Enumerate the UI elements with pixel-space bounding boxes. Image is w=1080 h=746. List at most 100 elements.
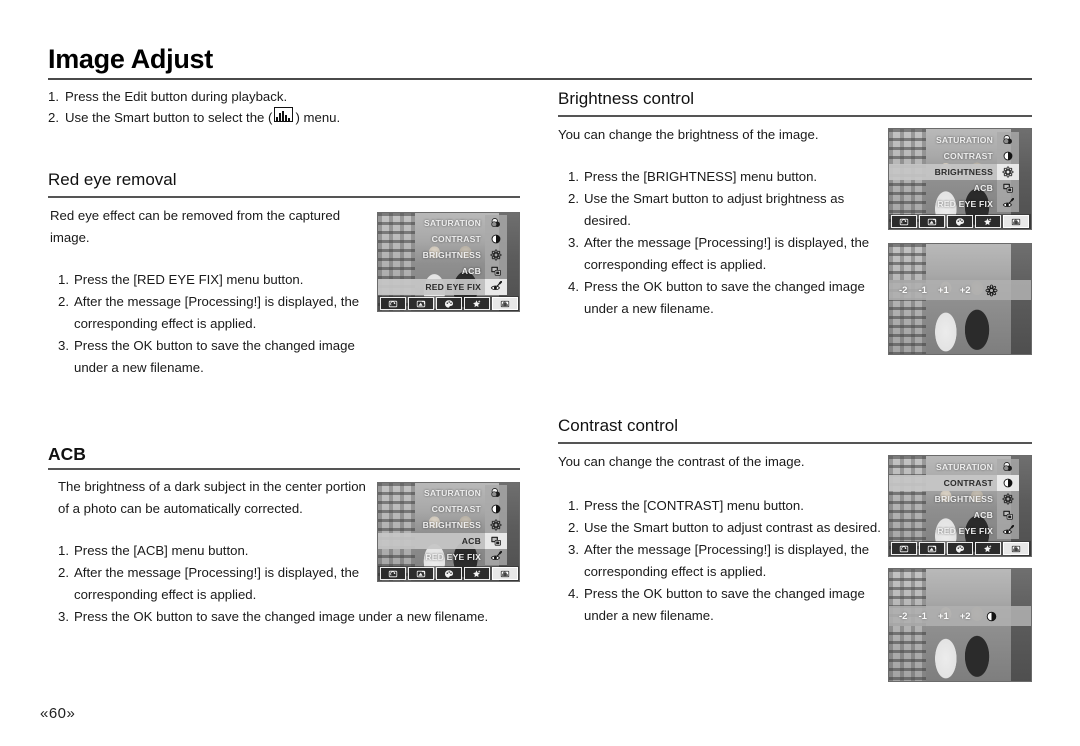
lcd-menu-item-label: BRIGHTNESS bbox=[422, 520, 481, 530]
lcd-adjust-value[interactable]: +2 bbox=[960, 285, 971, 296]
brightness-icon[interactable] bbox=[485, 517, 507, 533]
step-text: Press the OK button to save the changed … bbox=[584, 279, 865, 316]
lcd-tab-rotate[interactable] bbox=[380, 567, 406, 580]
step-text: After the message [Processing!] is displ… bbox=[584, 542, 870, 579]
intro-step-2-text-before: Use the Smart button to select the ( bbox=[65, 110, 273, 125]
lcd-menu-item-contrast[interactable]: CONTRAST bbox=[378, 501, 485, 517]
lcd-menu-item-brightness[interactable]: BRIGHTNESS bbox=[378, 247, 485, 263]
lcd-menu-item-red-eye-fix[interactable]: RED EYE FIX bbox=[889, 523, 997, 539]
lcd-menu-item-acb[interactable]: ACB bbox=[378, 533, 485, 549]
lcd-menu-item-brightness[interactable]: BRIGHTNESS bbox=[889, 491, 997, 507]
lcd-menu-item-red-eye-fix[interactable]: RED EYE FIX bbox=[889, 196, 997, 212]
lcd-tab-image-adjust[interactable] bbox=[492, 297, 518, 310]
lcd-menu-item-saturation[interactable]: SATURATION bbox=[378, 215, 485, 231]
lcd-menu-item-label: RED EYE FIX bbox=[425, 282, 481, 292]
lcd-menu-item-brightness[interactable]: BRIGHTNESS bbox=[378, 517, 485, 533]
red-eye-fix-icon[interactable] bbox=[485, 549, 507, 565]
lcd-menu-item-label: SATURATION bbox=[423, 218, 481, 228]
step-number: 4. bbox=[568, 586, 579, 601]
saturation-icon[interactable] bbox=[485, 485, 507, 501]
lcd-tab-effect[interactable] bbox=[464, 297, 490, 310]
lcd-tab-image-adjust[interactable] bbox=[492, 567, 518, 580]
lcd-tab-effect[interactable] bbox=[975, 215, 1001, 228]
lcd-menu-item-saturation[interactable]: SATURATION bbox=[889, 132, 997, 148]
contrast-icon[interactable] bbox=[485, 231, 507, 247]
lcd-tab-resize[interactable] bbox=[408, 567, 434, 580]
list-item: 3. Press the OK button to save the chang… bbox=[58, 335, 378, 379]
lcd-menu-item-label: BRIGHTNESS bbox=[934, 494, 993, 504]
lcd-tab-rotate[interactable] bbox=[891, 542, 917, 555]
lcd-adjust-value[interactable]: +2 bbox=[960, 611, 971, 622]
brightness-intro-text: You can change the brightness of the ima… bbox=[558, 127, 819, 142]
lcd-tab-palette[interactable] bbox=[436, 297, 462, 310]
lcd-tab-resize[interactable] bbox=[408, 297, 434, 310]
lcd-tab-resize[interactable] bbox=[919, 215, 945, 228]
lcd-tab-rotate[interactable] bbox=[891, 215, 917, 228]
lcd-tab-bar bbox=[889, 214, 1031, 229]
lcd-adjust-bar[interactable]: -2 -1 +1 +2 bbox=[889, 280, 1031, 300]
lcd-menu-item-label: CONTRAST bbox=[943, 151, 993, 161]
lcd-menu-item-contrast[interactable]: CONTRAST bbox=[378, 231, 485, 247]
lcd-adjust-value[interactable]: +1 bbox=[938, 285, 949, 296]
contrast-menu-screen: SATURATION CONTRAST BRIGHTNESS ACB RED EYE F… bbox=[888, 455, 1032, 557]
intro-step-2-text-after: ) menu. bbox=[295, 110, 341, 125]
lcd-menu-item-contrast[interactable]: CONTRAST bbox=[889, 148, 997, 164]
lcd-adjust-value[interactable]: -2 bbox=[899, 611, 907, 622]
step-text: After the message [Processing!] is displ… bbox=[74, 565, 360, 602]
lcd-menu-item-label: SATURATION bbox=[935, 462, 993, 472]
acb-screen: SATURATION CONTRAST BRIGHTNESS ACB RED EYE F… bbox=[377, 482, 520, 582]
lcd-menu-item-red-eye-fix[interactable]: RED EYE FIX bbox=[378, 279, 485, 295]
saturation-icon[interactable] bbox=[997, 459, 1019, 475]
section-divider-red-eye bbox=[48, 196, 520, 198]
step-number: 4. bbox=[568, 279, 579, 294]
contrast-icon[interactable] bbox=[997, 148, 1019, 164]
saturation-icon[interactable] bbox=[485, 215, 507, 231]
brightness-icon[interactable] bbox=[997, 491, 1019, 507]
lcd-tab-palette[interactable] bbox=[436, 567, 462, 580]
step-number: 2. bbox=[568, 191, 579, 206]
acb-icon[interactable] bbox=[485, 263, 507, 279]
brightness-adjust-screen: -2 -1 +1 +2 bbox=[888, 243, 1032, 355]
acb-icon[interactable] bbox=[997, 180, 1019, 196]
step-text: After the message [Processing!] is displ… bbox=[74, 294, 360, 331]
contrast-icon[interactable] bbox=[485, 501, 507, 517]
lcd-tab-image-adjust[interactable] bbox=[1003, 542, 1029, 555]
lcd-menu-item-brightness[interactable]: BRIGHTNESS bbox=[889, 164, 997, 180]
lcd-adjust-value[interactable]: -1 bbox=[918, 611, 926, 622]
lcd-menu-list: SATURATION CONTRAST BRIGHTNESS ACB RED EYE F… bbox=[889, 132, 997, 212]
lcd-menu-item-acb[interactable]: ACB bbox=[378, 263, 485, 279]
lcd-menu-list: SATURATION CONTRAST BRIGHTNESS ACB RED EYE F… bbox=[889, 459, 997, 539]
acb-icon[interactable] bbox=[997, 507, 1019, 523]
brightness-icon[interactable] bbox=[997, 164, 1019, 180]
acb-icon[interactable] bbox=[485, 533, 507, 549]
contrast-icon bbox=[985, 610, 998, 623]
lcd-adjust-value[interactable]: +1 bbox=[938, 611, 949, 622]
lcd-tab-palette[interactable] bbox=[947, 215, 973, 228]
lcd-menu-item-saturation[interactable]: SATURATION bbox=[889, 459, 997, 475]
brightness-icon bbox=[985, 284, 998, 297]
contrast-icon[interactable] bbox=[997, 475, 1019, 491]
lcd-menu-item-label: CONTRAST bbox=[431, 504, 481, 514]
lcd-tab-effect[interactable] bbox=[464, 567, 490, 580]
lcd-tab-rotate[interactable] bbox=[380, 297, 406, 310]
lcd-tab-effect[interactable] bbox=[975, 542, 1001, 555]
lcd-adjust-bar[interactable]: -2 -1 +1 +2 bbox=[889, 606, 1031, 626]
lcd-menu-item-acb[interactable]: ACB bbox=[889, 507, 997, 523]
list-item: 3. After the message [Processing!] is di… bbox=[568, 232, 888, 276]
red-eye-fix-icon[interactable] bbox=[997, 523, 1019, 539]
intro-step-1: 1. Press the Edit button during playback… bbox=[48, 86, 518, 107]
lcd-tab-resize[interactable] bbox=[919, 542, 945, 555]
saturation-icon[interactable] bbox=[997, 132, 1019, 148]
lcd-adjust-value[interactable]: -2 bbox=[899, 285, 907, 296]
lcd-menu-item-saturation[interactable]: SATURATION bbox=[378, 485, 485, 501]
lcd-adjust-value[interactable]: -1 bbox=[918, 285, 926, 296]
lcd-menu-item-red-eye-fix[interactable]: RED EYE FIX bbox=[378, 549, 485, 565]
brightness-icon[interactable] bbox=[485, 247, 507, 263]
red-eye-fix-icon[interactable] bbox=[485, 279, 507, 295]
lcd-tab-image-adjust[interactable] bbox=[1003, 215, 1029, 228]
lcd-menu-item-contrast[interactable]: CONTRAST bbox=[889, 475, 997, 491]
lcd-menu-item-acb[interactable]: ACB bbox=[889, 180, 997, 196]
lcd-tab-palette[interactable] bbox=[947, 542, 973, 555]
step-text: Press the OK button to save the changed … bbox=[584, 586, 865, 623]
red-eye-fix-icon[interactable] bbox=[997, 196, 1019, 212]
